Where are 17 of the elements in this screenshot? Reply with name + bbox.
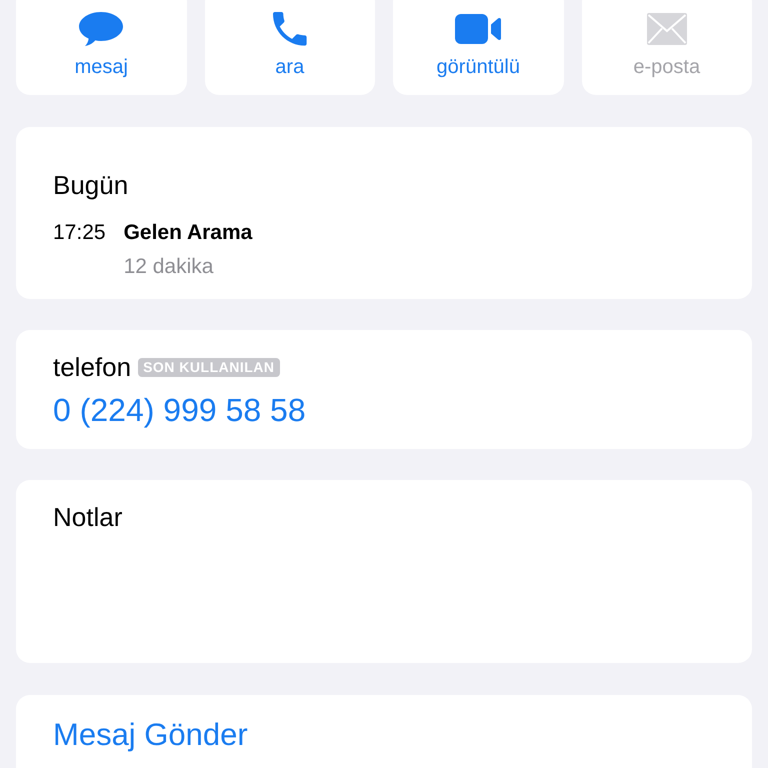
call-type: Gelen Arama bbox=[124, 220, 252, 246]
notes-label: Notlar bbox=[53, 501, 122, 533]
speech-bubble-icon bbox=[79, 12, 124, 46]
video-camera-icon bbox=[455, 14, 502, 44]
phone-icon bbox=[272, 12, 307, 46]
recent-badge: SON KULLANILAN bbox=[138, 358, 280, 376]
action-button[interactable]: ara bbox=[204, 0, 375, 95]
call-duration: 12 dakika bbox=[124, 254, 214, 280]
notes-field[interactable]: Notlar bbox=[16, 480, 752, 663]
envelope-icon bbox=[646, 13, 687, 45]
action-button[interactable]: görüntülü bbox=[393, 0, 564, 95]
phone-number-link[interactable]: 0 (224) 999 58 58 bbox=[53, 391, 306, 429]
send-message-button[interactable]: Mesaj Gönder bbox=[16, 695, 752, 768]
action-button[interactable]: mesaj bbox=[16, 0, 186, 95]
phone-label: telefon bbox=[53, 351, 132, 383]
recents-heading: Bugün bbox=[53, 169, 128, 201]
call-time: 17:25 bbox=[53, 220, 106, 246]
